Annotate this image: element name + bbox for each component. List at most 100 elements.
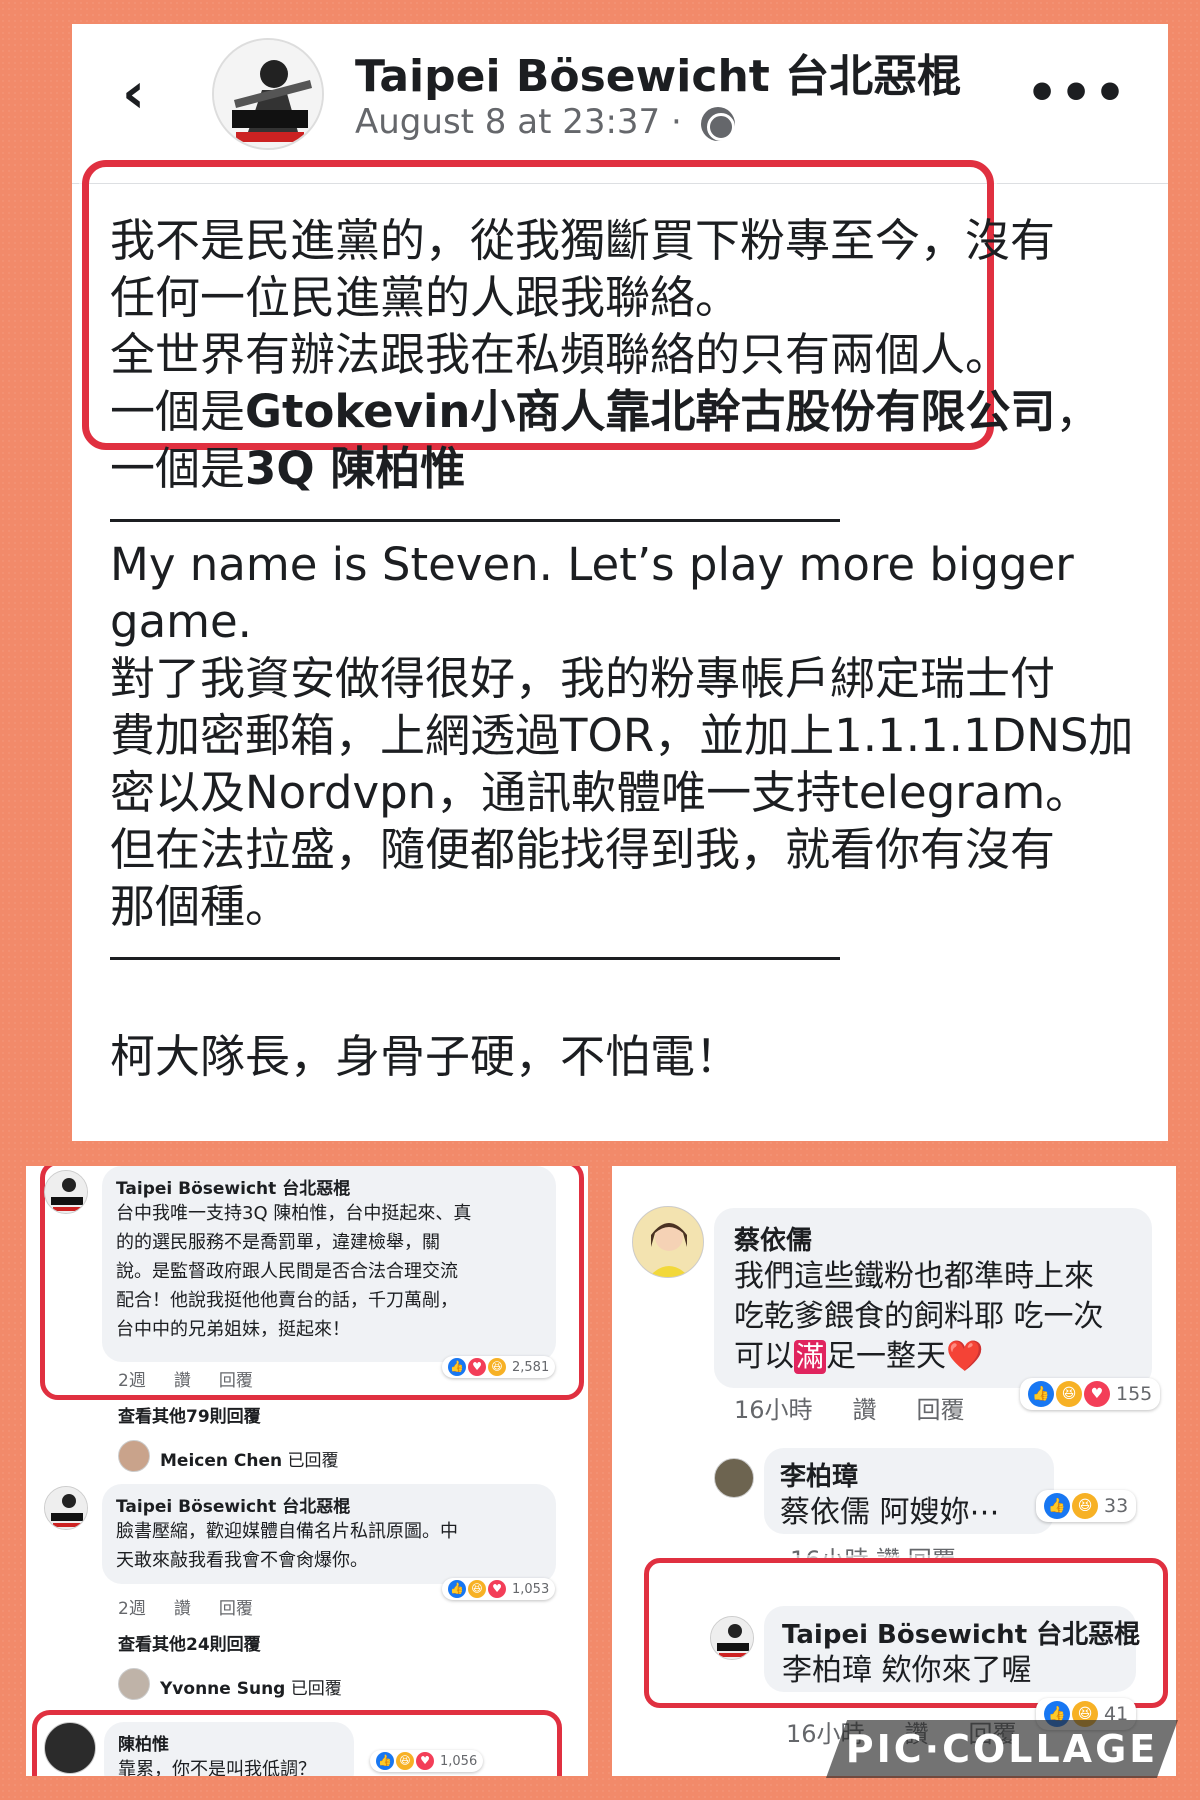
pic-collage-watermark: PIC·COLLAGE: [826, 1720, 1178, 1778]
comment-line: 臉書壓縮，歡迎媒體自備名片私訊原圖。中: [116, 1521, 458, 1542]
like-button[interactable]: 讚: [174, 1371, 191, 1391]
comment-author[interactable]: 李柏璋: [780, 1456, 1038, 1493]
comment-time[interactable]: 2週: [118, 1599, 146, 1619]
heart-icon: ♥: [1084, 1381, 1110, 1407]
reply-button[interactable]: 回覆: [917, 1396, 965, 1424]
right-comments-panel: 蔡依儒 我們這些鐵粉也都準時上來 吃乾爹餵食的飼料耶 吃一次 可以滿足一整天❤️…: [612, 1166, 1176, 1776]
page-avatar[interactable]: [212, 38, 324, 150]
bold-mention: 3Q 陳柏惟: [245, 442, 466, 495]
comment-line: 天敢來敲我看我會不會肏爆你。: [116, 1550, 368, 1571]
comment-bubble: Taipei Bösewicht 台北惡棍 台中我唯一支持3Q 陳柏惟，台中挺起…: [102, 1166, 556, 1362]
comment-actions: 2週 讚 回覆: [118, 1366, 281, 1391]
post-line: 全世界有辦法跟我在私頻聯絡的只有兩個人。: [110, 328, 1011, 381]
replied-indicator[interactable]: Meicen Chen 已回覆: [160, 1446, 339, 1471]
reaction-count: 1,056: [440, 1753, 478, 1769]
commenter-avatar[interactable]: [44, 1722, 96, 1774]
post-line: 密以及Nordvpn，通訊軟體唯一支持telegram。: [110, 766, 1091, 819]
comment-actions-partial: 16小時 讚 回覆: [790, 1546, 956, 1560]
like-button[interactable]: 讚: [853, 1396, 877, 1424]
divider-line: [110, 957, 840, 960]
reaction-summary[interactable]: 👍 😆 ♥ 1,053: [442, 1578, 556, 1600]
reaction-summary[interactable]: 👍 ♥ 😆 2,581: [442, 1356, 556, 1378]
comment-bubble: Taipei Bösewicht 台北惡棍 臉書壓縮，歡迎媒體自備名片私訊原圖。…: [102, 1484, 556, 1584]
comment-line: 台中中的兄弟姐妹，挺起來！: [116, 1319, 350, 1340]
heart-emoji: ❤️: [946, 1339, 984, 1374]
comment-author[interactable]: 陳柏惟: [118, 1730, 340, 1755]
timestamp-text: August 8 at 23:37 ·: [355, 102, 682, 142]
reaction-count: 155: [1116, 1383, 1153, 1405]
post-line: 費加密郵箱，上網透過TOR，並加上1.1.1.1DNS加: [110, 709, 1134, 762]
commenter-avatar[interactable]: [632, 1206, 704, 1278]
page-name[interactable]: Taipei Bösewicht 台北惡棍: [355, 40, 961, 104]
heart-icon: ♥: [468, 1358, 486, 1376]
post-line: 對了我資安做得很好，我的粉專帳戶綁定瑞士付: [110, 652, 1056, 705]
commenter-avatar[interactable]: [714, 1458, 754, 1498]
replied-suffix: 已回覆: [290, 1679, 342, 1699]
like-icon: 👍: [448, 1358, 466, 1376]
reaction-count: 33: [1104, 1495, 1129, 1517]
comment-line: 吃乾爹餵食的飼料耶 吃一次: [734, 1299, 1104, 1334]
line-prefix: 一個是: [110, 442, 246, 495]
comment-bubble: 陳柏惟 靠累，你不是叫我低調？: [104, 1722, 354, 1776]
view-more-replies[interactable]: 查看其他24則回覆: [118, 1630, 261, 1655]
line-prefix: 可以: [734, 1339, 794, 1374]
comment-author[interactable]: 蔡依儒: [734, 1220, 1132, 1257]
more-options-button[interactable]: •••: [1026, 64, 1128, 122]
comment-time[interactable]: 2週: [118, 1371, 146, 1391]
comment-bubble: Taipei Bösewicht 台北惡棍 李柏璋 欸你來了喔: [764, 1606, 1140, 1692]
replied-suffix: 已回覆: [287, 1451, 339, 1471]
post-line: 但在法拉盛，隨便都能找得到我，就看你有沒有: [110, 823, 1056, 876]
haha-icon: 😆: [1072, 1493, 1098, 1519]
replier-name: Yvonne Sung: [160, 1679, 286, 1699]
replier-avatar[interactable]: [118, 1440, 150, 1472]
reaction-count: 1,053: [512, 1581, 550, 1597]
like-icon: 👍: [376, 1752, 394, 1770]
comment-bubble: 李柏璋 蔡依儒 阿嫂妳⋯: [764, 1448, 1054, 1534]
comment-line: 李柏璋 欸你來了喔: [782, 1653, 1032, 1688]
replier-avatar[interactable]: [118, 1668, 150, 1700]
replied-indicator[interactable]: Yvonne Sung 已回覆: [160, 1674, 342, 1699]
line-prefix: 一個是: [110, 385, 246, 438]
commenter-avatar[interactable]: [44, 1170, 88, 1214]
comment-author[interactable]: Taipei Bösewicht 台北惡棍: [116, 1174, 542, 1199]
full-emoji-badge: 滿: [794, 1340, 827, 1374]
reaction-summary[interactable]: 👍 😆 33: [1036, 1490, 1137, 1522]
haha-icon: 😆: [396, 1752, 414, 1770]
reply-button[interactable]: 回覆: [219, 1599, 253, 1619]
comment-actions: 2週 讚 回覆: [118, 1594, 281, 1619]
haha-icon: 😆: [488, 1358, 506, 1376]
comment-line: 蔡依儒 阿嫂妳⋯: [780, 1495, 1000, 1530]
facebook-post-panel: ‹ Taipei Bösewicht 台北惡棍 August 8 at 23:3…: [72, 24, 1168, 1141]
commenter-avatar[interactable]: [710, 1616, 754, 1660]
reaction-summary[interactable]: 👍 😆 ♥ 1,056: [370, 1750, 484, 1772]
reply-button[interactable]: 回覆: [219, 1371, 253, 1391]
divider-line: [110, 519, 840, 522]
heart-icon: ♥: [488, 1580, 506, 1598]
post-timestamp[interactable]: August 8 at 23:37 ·: [355, 102, 735, 142]
reaction-count: 2,581: [512, 1359, 550, 1375]
back-button[interactable]: ‹: [122, 64, 162, 124]
view-more-replies[interactable]: 查看其他79則回覆: [118, 1402, 261, 1427]
post-body: 我不是民進黨的，從我獨斷買下粉專至今，沒有 任何一位民進黨的人跟我聯絡。 全世界…: [110, 212, 1150, 1085]
like-icon: 👍: [1028, 1381, 1054, 1407]
like-icon: 👍: [448, 1580, 466, 1598]
post-line: 任何一位民進黨的人跟我聯絡。: [110, 271, 741, 324]
comment-author[interactable]: Taipei Bösewicht 台北惡棍: [782, 1614, 1140, 1651]
post-line: 一個是3Q 陳柏惟: [110, 440, 1150, 497]
bold-mention: Gtokevin小商人靠北幹古股份有限公司: [245, 385, 1056, 438]
like-icon: 👍: [1044, 1493, 1070, 1519]
post-line: game.: [110, 595, 252, 648]
comment-line: 配合！他說我挺他他賣台的話，千刀萬剮，: [116, 1290, 458, 1311]
like-button[interactable]: 讚: [174, 1599, 191, 1619]
left-comments-panel: Taipei Bösewicht 台北惡棍 台中我唯一支持3Q 陳柏惟，台中挺起…: [26, 1166, 588, 1776]
haha-icon: 😆: [468, 1580, 486, 1598]
comment-line: 說。是監督政府跟人民間是否合法合理交流: [116, 1261, 458, 1282]
reaction-summary[interactable]: 👍 😆 ♥ 155: [1020, 1378, 1161, 1410]
comment-author[interactable]: Taipei Bösewicht 台北惡棍: [116, 1492, 542, 1517]
replier-name: Meicen Chen: [160, 1451, 283, 1471]
commenter-avatar[interactable]: [44, 1486, 88, 1530]
comment-time[interactable]: 16小時: [734, 1396, 813, 1424]
post-closing-line: 柯大隊長，身骨子硬，不怕電！: [110, 1030, 741, 1083]
comment-actions: 16小時 讚 回覆: [734, 1390, 1005, 1425]
comment-line: 可以滿足一整天❤️: [734, 1337, 1132, 1377]
